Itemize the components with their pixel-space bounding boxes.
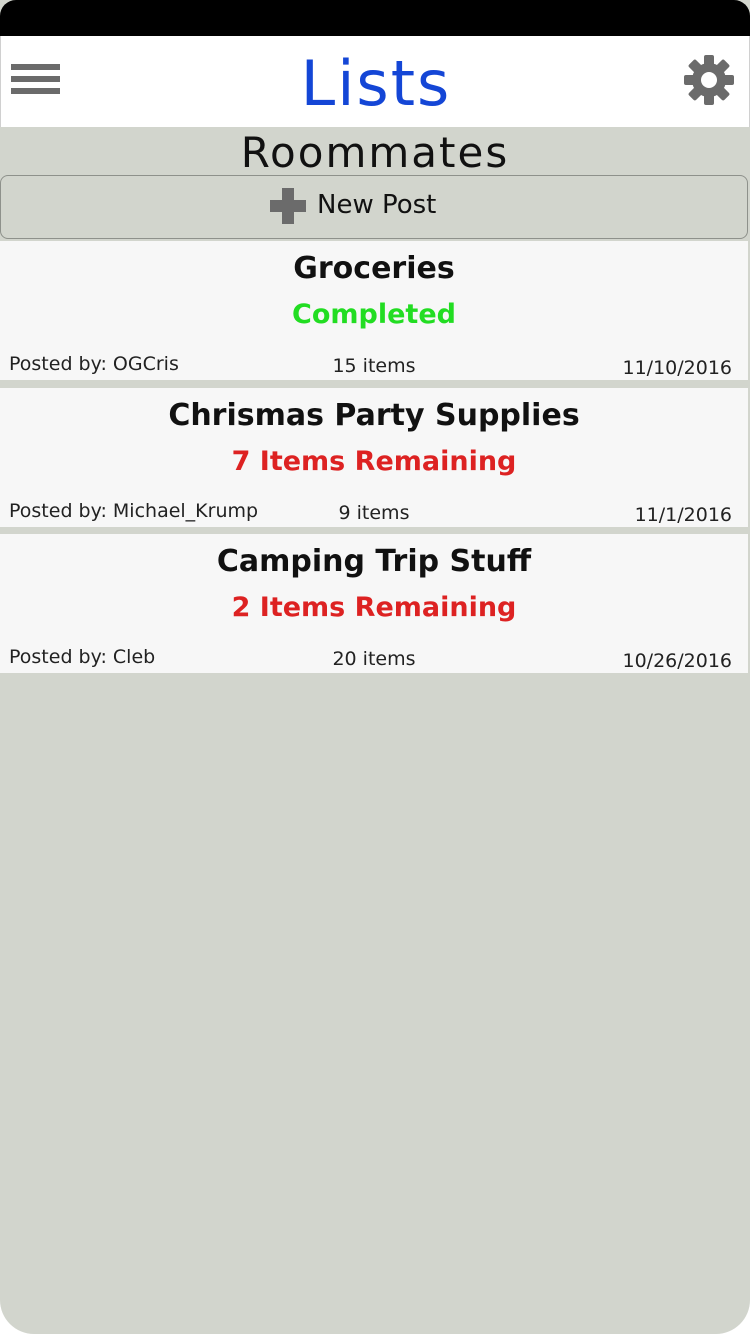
plus-icon xyxy=(267,188,309,224)
list-title: Groceries xyxy=(293,251,455,286)
list-date: 11/1/2016 xyxy=(634,504,732,526)
gear-icon-graphic xyxy=(684,55,734,105)
new-post-button[interactable]: New Post xyxy=(0,175,748,239)
list-status: 2 Items Remaining xyxy=(231,592,517,623)
status-bar xyxy=(0,0,750,36)
group-title: Roommates xyxy=(240,128,510,177)
list-title: Chrismas Party Supplies xyxy=(168,398,580,433)
list-item-count: 15 items xyxy=(332,355,416,377)
list-date: 11/10/2016 xyxy=(622,357,732,379)
list-status: Completed xyxy=(292,299,456,330)
list-title: Camping Trip Stuff xyxy=(216,544,532,579)
list-card[interactable]: Chrismas Party Supplies 7 Items Remainin… xyxy=(0,388,748,527)
list-status: 7 Items Remaining xyxy=(231,446,517,477)
list-item-count: 20 items xyxy=(332,648,416,670)
list-card[interactable]: Groceries Completed Posted by: OGCris 15… xyxy=(0,241,748,380)
list-item-count: 9 items xyxy=(338,502,410,524)
page-title: Lists xyxy=(300,47,452,120)
gear-icon[interactable] xyxy=(683,54,735,106)
app-header: Lists xyxy=(0,36,750,127)
list-poster: Posted by: Michael_Krump xyxy=(9,500,259,522)
list-poster: Posted by: Cleb xyxy=(9,646,156,668)
list-date: 10/26/2016 xyxy=(622,650,732,672)
list-poster: Posted by: OGCris xyxy=(9,353,179,375)
list-card[interactable]: Camping Trip Stuff 2 Items Remaining Pos… xyxy=(0,534,748,673)
new-post-label: New Post xyxy=(317,190,437,220)
app-screen: Lists Roommates New Post Groceries Compl… xyxy=(0,0,750,1334)
